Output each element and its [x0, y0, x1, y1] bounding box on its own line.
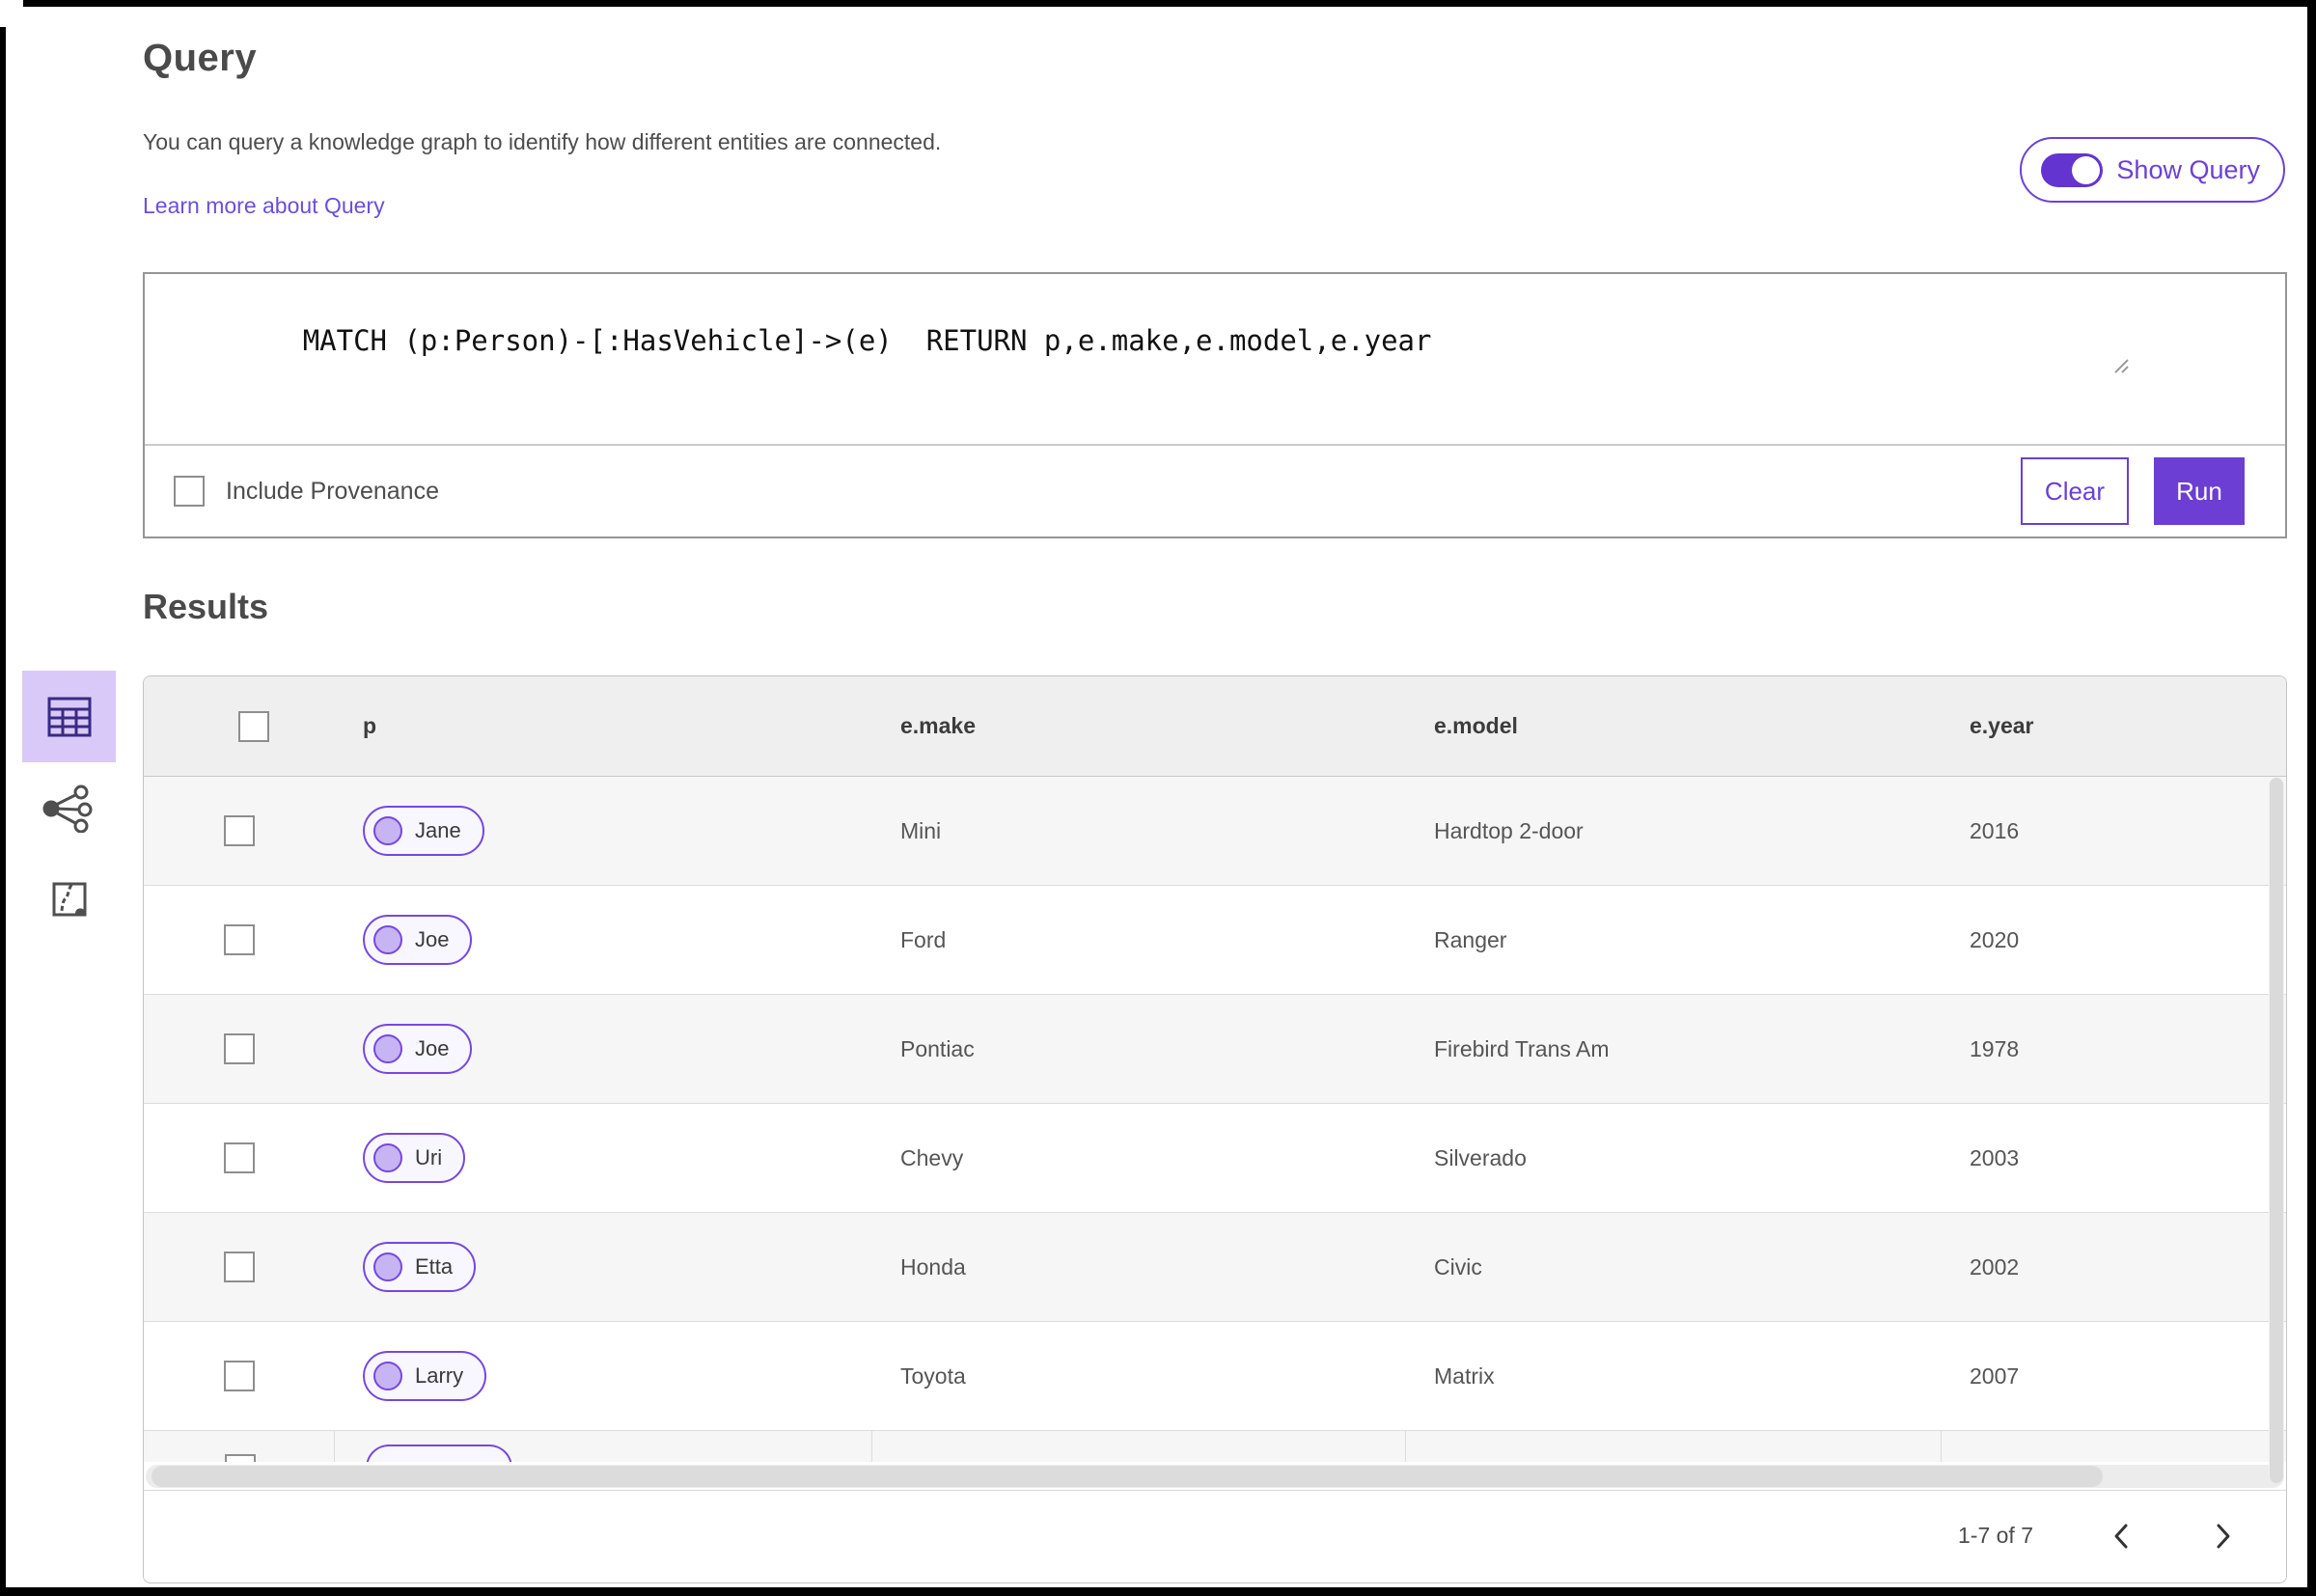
query-text: MATCH (p:Person)-[:HasVehicle]->(e) RETU… [302, 324, 1432, 357]
cell-year: 1978 [1970, 1035, 2020, 1061]
cell-make: Pontiac [900, 1035, 975, 1061]
cell-model: Firebird Trans Am [1434, 1035, 1610, 1061]
table-row: Jane Mini Hardtop 2-door 2016 [144, 777, 2286, 886]
learn-more-link[interactable]: Learn more about Query [143, 193, 385, 219]
entity-node-icon [373, 816, 402, 845]
table-view-button[interactable] [22, 671, 116, 762]
query-footer: Include Provenance Clear Run [145, 444, 2285, 537]
column-header-make[interactable]: e.make [871, 713, 1405, 739]
query-textarea[interactable]: MATCH (p:Person)-[:HasVehicle]->(e) RETU… [145, 274, 2285, 444]
map-view-button[interactable] [44, 874, 95, 924]
cell-year: 2002 [1970, 1253, 2020, 1280]
entity-pill[interactable] [366, 1445, 512, 1462]
entity-pill[interactable]: Larry [363, 1351, 487, 1401]
entity-name: Joe [415, 1036, 450, 1060]
scrollbar-track[interactable] [146, 1465, 2284, 1488]
pagination-bar: 1-7 of 7 [144, 1490, 2286, 1581]
cell-model: Matrix [1434, 1362, 1495, 1389]
table-header-row: p e.make e.model e.year [144, 676, 2286, 777]
column-header-p[interactable]: p [334, 713, 871, 739]
cell-year: 2016 [1970, 817, 2020, 843]
clear-button[interactable]: Clear [2021, 457, 2129, 525]
include-provenance-checkbox[interactable] [174, 476, 205, 507]
resize-grip-icon[interactable] [2111, 290, 2280, 439]
row-checkbox[interactable] [223, 1142, 255, 1173]
run-button[interactable]: Run [2154, 457, 2245, 525]
previous-page-button[interactable] [2107, 1522, 2136, 1551]
entity-name: Uri [415, 1145, 443, 1169]
chevron-right-icon [2214, 1523, 2233, 1550]
column-header-model[interactable]: e.model [1405, 713, 1941, 739]
table-row: Joe Pontiac Firebird Trans Am 1978 [144, 995, 2286, 1104]
results-table-panel: p e.make e.model e.year Jane Mini Hardto… [143, 675, 2287, 1583]
table-row: Uri Chevy Silverado 2003 [144, 1104, 2286, 1213]
results-title: Results [143, 587, 269, 626]
query-page: Query You can query a knowledge graph to… [0, 0, 2316, 1596]
entity-node-icon [373, 1252, 402, 1281]
cell-make: Toyota [900, 1362, 966, 1389]
cell-model: Civic [1434, 1253, 1482, 1280]
cell-make: Mini [900, 817, 942, 843]
row-checkbox[interactable] [223, 1033, 255, 1064]
entity-node-icon [373, 1143, 402, 1172]
select-all-checkbox[interactable] [237, 710, 269, 742]
cell-year: 2007 [1970, 1362, 2020, 1389]
scrollbar-thumb[interactable] [2270, 778, 2283, 1483]
vertical-scrollbar[interactable] [2269, 778, 2284, 1483]
entity-name: Larry [415, 1363, 464, 1388]
table-row: Larry Toyota Matrix 2007 [144, 1322, 2286, 1431]
entity-pill[interactable]: Jane [363, 806, 484, 856]
cell-make: Honda [900, 1253, 966, 1280]
page-title: Query [143, 37, 258, 79]
map-view-icon [52, 882, 87, 917]
table-row-partial [144, 1431, 2286, 1462]
toggle-switch-icon[interactable] [2041, 152, 2104, 187]
row-checkbox[interactable] [225, 1454, 256, 1462]
scrollbar-thumb[interactable] [152, 1466, 2103, 1487]
screenshot-frame [0, 27, 6, 1596]
entity-pill[interactable]: Joe [363, 915, 473, 965]
entity-pill[interactable]: Etta [363, 1242, 477, 1292]
entity-pill[interactable]: Joe [363, 1024, 473, 1074]
pagination-range-label: 1-7 of 7 [1958, 1523, 2033, 1548]
query-description: You can query a knowledge graph to ident… [143, 129, 942, 154]
table-row: Joe Ford Ranger 2020 [144, 886, 2286, 995]
link-chart-view-icon [42, 784, 93, 833]
chevron-left-icon [2111, 1523, 2131, 1550]
entity-pill[interactable]: Uri [363, 1133, 466, 1183]
cell-model: Silverado [1434, 1144, 1527, 1170]
entity-name: Joe [415, 927, 450, 951]
screenshot-frame [2307, 0, 2316, 1596]
cell-make: Ford [900, 926, 947, 952]
entity-name: Jane [415, 818, 461, 842]
cell-year: 2003 [1970, 1144, 2020, 1170]
row-checkbox[interactable] [223, 815, 255, 846]
row-checkbox[interactable] [223, 1252, 255, 1282]
cell-model: Hardtop 2-door [1434, 817, 1584, 843]
row-checkbox[interactable] [223, 1361, 255, 1391]
cell-year: 2020 [1970, 926, 2020, 952]
cell-make: Chevy [900, 1144, 964, 1170]
link-chart-view-button[interactable] [39, 780, 96, 838]
entity-node-icon [373, 925, 402, 954]
show-query-toggle[interactable]: Show Query [2020, 137, 2285, 203]
table-view-icon [47, 697, 92, 737]
column-header-year[interactable]: e.year [1941, 713, 2286, 739]
table-row: Etta Honda Civic 2002 [144, 1213, 2286, 1322]
entity-node-icon [373, 1362, 402, 1390]
show-query-label: Show Query [2116, 154, 2260, 184]
next-page-button[interactable] [2209, 1522, 2238, 1551]
entity-node-icon [373, 1034, 402, 1063]
include-provenance-label: Include Provenance [226, 477, 439, 505]
entity-name: Etta [415, 1254, 454, 1279]
cell-model: Ranger [1434, 926, 1507, 952]
row-checkbox[interactable] [223, 924, 255, 955]
query-editor-panel: MATCH (p:Person)-[:HasVehicle]->(e) RETU… [143, 272, 2287, 538]
horizontal-scrollbar [144, 1462, 2286, 1490]
